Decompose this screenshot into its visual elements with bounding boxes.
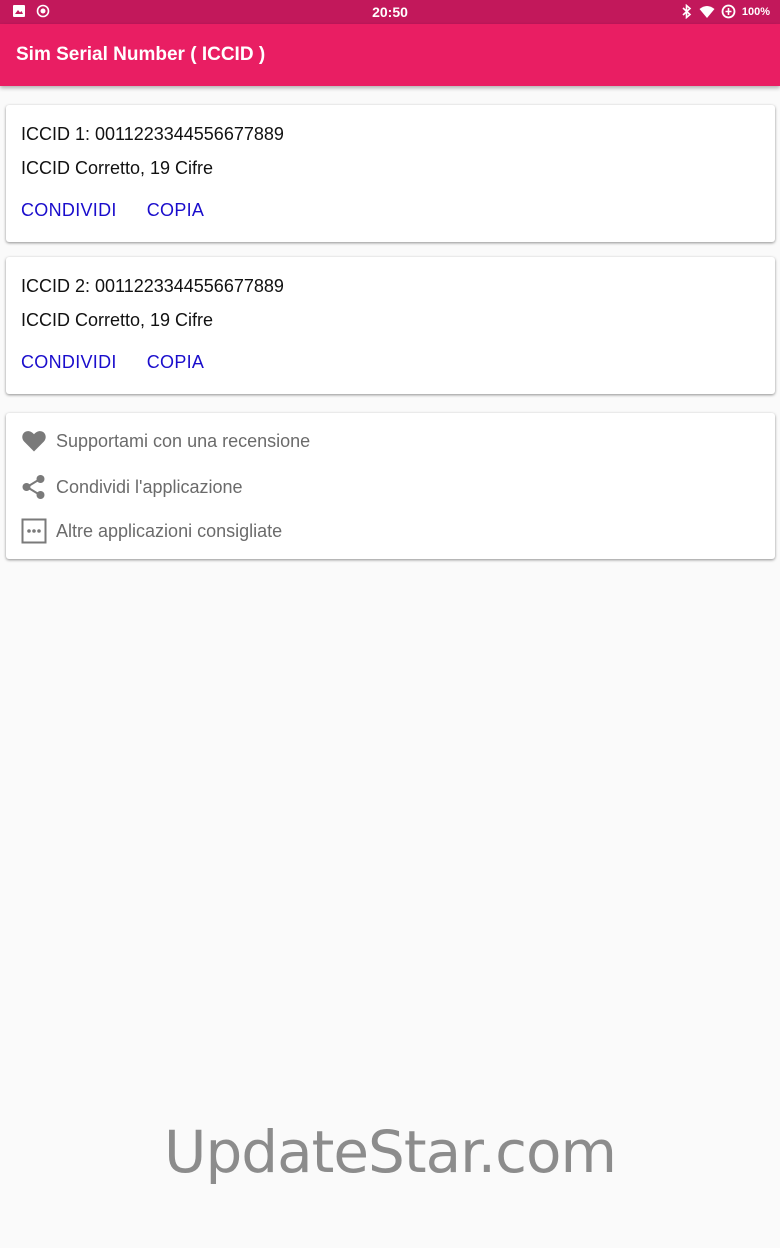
share-app-item[interactable]: Condividi l'applicazione bbox=[20, 473, 243, 501]
status-bar: 20:50 100% bbox=[0, 0, 780, 24]
card-actions: CONDIVIDI COPIA bbox=[21, 200, 204, 221]
status-time: 20:50 bbox=[372, 4, 408, 20]
iccid-value: ICCID 1: 0011223344556677889 bbox=[21, 124, 284, 144]
status-right-icons: 100% bbox=[681, 4, 770, 19]
menu-item-label: Condividi l'applicazione bbox=[56, 476, 243, 497]
iccid-status: ICCID Corretto, 19 Cifre bbox=[21, 158, 214, 178]
copy-button[interactable]: COPIA bbox=[147, 200, 205, 221]
menu-item-label: Supportami con una recensione bbox=[56, 430, 311, 451]
page-title: Sim Serial Number ( ICCID ) bbox=[16, 44, 266, 65]
copy-button[interactable]: COPIA bbox=[147, 352, 205, 373]
more-apps-icon bbox=[20, 517, 48, 545]
heart-icon bbox=[20, 427, 48, 455]
menu-item-label: Altre applicazioni consigliate bbox=[56, 520, 283, 541]
share-button[interactable]: CONDIVIDI bbox=[21, 200, 117, 221]
more-apps-item[interactable]: Altre applicazioni consigliate bbox=[20, 517, 282, 545]
battery-level: 100% bbox=[741, 5, 770, 18]
iccid-value: ICCID 2: 0011223344556677889 bbox=[21, 276, 284, 296]
iccid-status: ICCID Corretto, 19 Cifre bbox=[21, 310, 214, 330]
app-menu-card: Supportami con una recensione Condividi … bbox=[6, 413, 775, 559]
share-icon bbox=[20, 473, 48, 501]
bluetooth-icon bbox=[681, 4, 693, 19]
data-saver-icon bbox=[721, 4, 736, 19]
share-button[interactable]: CONDIVIDI bbox=[21, 352, 117, 373]
watermark: UpdateStar.com bbox=[164, 1118, 617, 1186]
sim-card-1: ICCID 1: 0011223344556677889 ICCID Corre… bbox=[6, 105, 775, 242]
app-bar: Sim Serial Number ( ICCID ) bbox=[0, 24, 780, 86]
wifi-icon bbox=[699, 5, 715, 19]
card-actions: CONDIVIDI COPIA bbox=[21, 352, 204, 373]
rate-app-item[interactable]: Supportami con una recensione bbox=[20, 427, 310, 455]
sim-card-2: ICCID 2: 0011223344556677889 ICCID Corre… bbox=[6, 257, 775, 394]
